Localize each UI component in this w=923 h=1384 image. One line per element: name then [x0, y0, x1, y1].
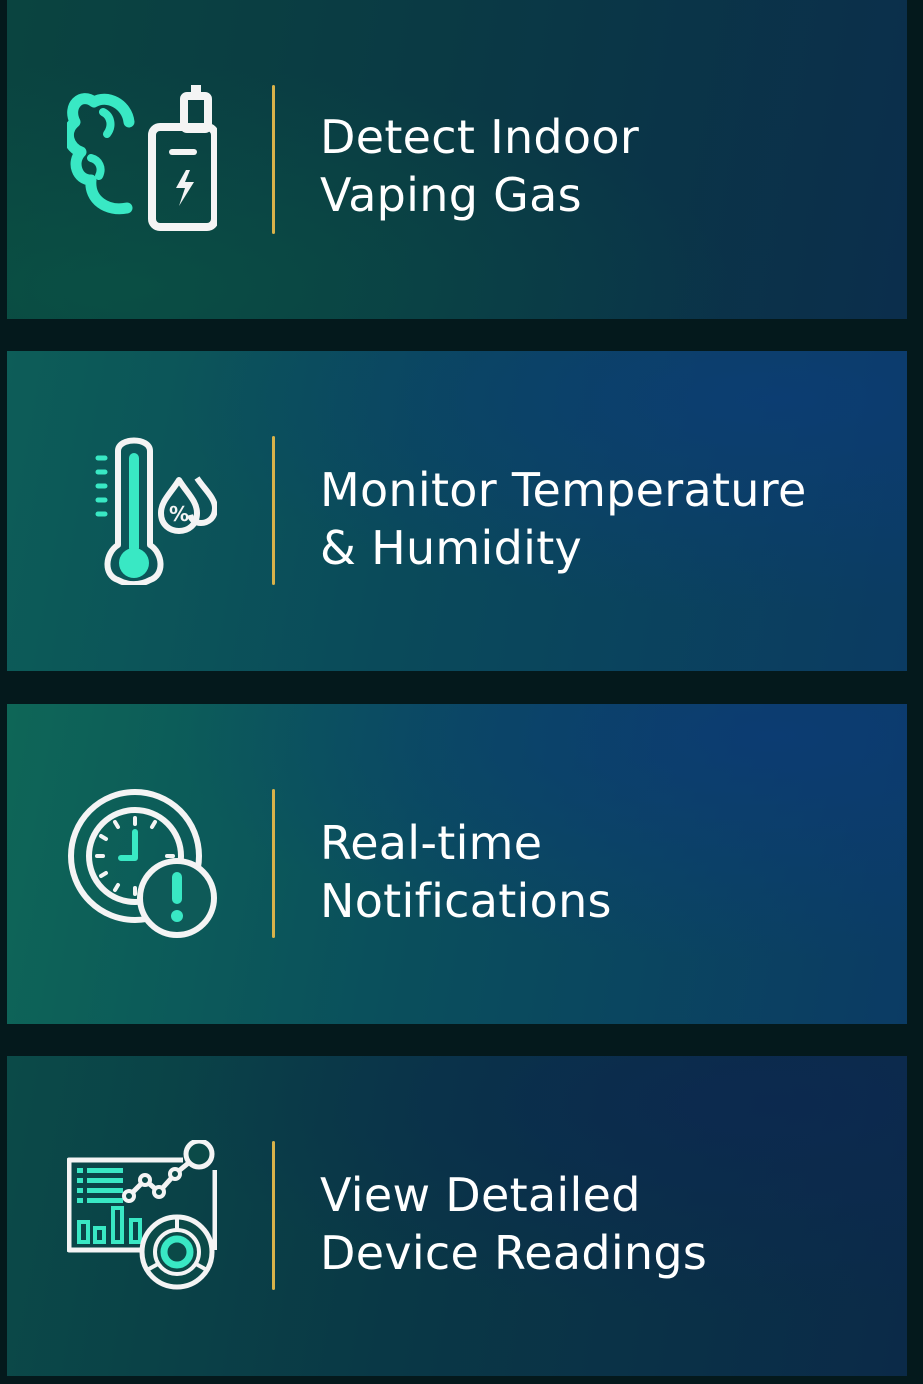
feature-card-notifications: Real-time Notifications	[7, 704, 907, 1024]
divider-line	[272, 436, 275, 585]
feature-title: Monitor Temperature & Humidity	[320, 461, 807, 577]
svg-text:%: %	[169, 502, 189, 526]
feature-card-temperature: % Monitor Temperature & Humidity	[7, 351, 907, 671]
vape-smoke-icon	[67, 82, 217, 232]
feature-title: View Detailed Device Readings	[320, 1166, 707, 1282]
feature-title-line-2: Notifications	[320, 874, 612, 928]
feature-title: Detect Indoor Vaping Gas	[320, 108, 639, 224]
feature-title-line-2: Vaping Gas	[320, 168, 582, 222]
feature-title-line-1: Real-time	[320, 816, 543, 870]
feature-title-line-1: Monitor Temperature	[320, 463, 807, 517]
dashboard-readings-icon	[67, 1140, 217, 1290]
divider-line	[272, 789, 275, 938]
divider-line	[272, 1141, 275, 1290]
feature-card-vaping: Detect Indoor Vaping Gas	[7, 0, 907, 319]
clock-alert-icon	[67, 788, 217, 938]
feature-card-readings: View Detailed Device Readings	[7, 1056, 907, 1376]
feature-title-line-2: & Humidity	[320, 521, 583, 575]
feature-title-line-1: View Detailed	[320, 1168, 641, 1222]
feature-title: Real-time Notifications	[320, 814, 612, 930]
feature-title-line-1: Detect Indoor	[320, 110, 640, 164]
thermometer-humidity-icon: %	[67, 435, 217, 585]
divider-line	[272, 85, 275, 234]
feature-title-line-2: Device Readings	[320, 1226, 708, 1280]
